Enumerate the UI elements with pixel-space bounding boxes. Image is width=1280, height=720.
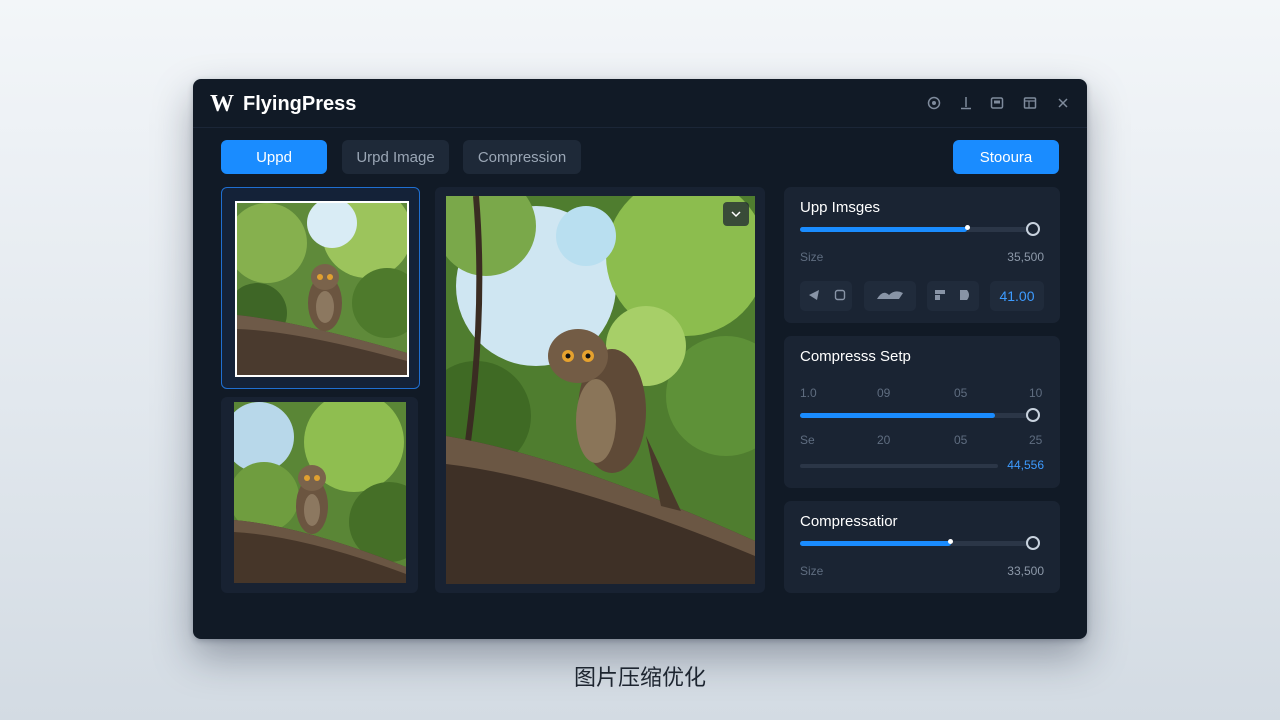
- owl-preview-image: [446, 196, 755, 584]
- size-value: 35,500: [1007, 250, 1044, 264]
- slider-handle[interactable]: [1026, 536, 1040, 550]
- scale-tick: 09: [877, 386, 891, 400]
- compress-slider[interactable]: [800, 408, 1040, 422]
- scale-tick: 05: [954, 433, 968, 447]
- scale-tick: 05: [954, 386, 968, 400]
- size-value: 33,500: [1007, 564, 1044, 578]
- size-label: Size: [800, 250, 824, 264]
- preview-card: [435, 187, 765, 593]
- tool-group-2[interactable]: [864, 281, 916, 311]
- app-window: W FlyingPress Uppd Urpd Image Compressio…: [193, 79, 1087, 639]
- upload-slider[interactable]: [800, 222, 1040, 236]
- slider-fill: [800, 227, 968, 232]
- owl-thumbnail-image: [235, 201, 409, 377]
- thumbnail-card[interactable]: [221, 397, 418, 593]
- slider-marker: [948, 539, 953, 544]
- thumbnail-card-selected[interactable]: [221, 187, 420, 389]
- compressation-panel: Compressatior Size 33,500: [784, 501, 1060, 593]
- compress-setup-panel: Compresss Setp 1.0 09 05 10 Se 20 05 25 …: [784, 336, 1060, 488]
- page-caption: 图片压缩优化: [573, 666, 706, 691]
- slider-handle[interactable]: [1026, 222, 1040, 236]
- scale-tick: 1.0: [800, 386, 817, 400]
- panel-title: Compresss Setp: [800, 348, 911, 365]
- tab-upload-image[interactable]: Urpd Image: [342, 140, 449, 174]
- download-icon[interactable]: [956, 93, 976, 113]
- slider-handle[interactable]: [1026, 408, 1040, 422]
- layers-icon[interactable]: [934, 289, 946, 304]
- scale-tick: Se: [800, 433, 815, 447]
- upload-images-panel: Upp Imsges Size 35,500 41.00: [784, 187, 1060, 323]
- brush-icon[interactable]: [875, 289, 905, 304]
- tab-compression[interactable]: Compression: [463, 140, 581, 174]
- scale-tick: 25: [1029, 433, 1043, 447]
- size-label: Size: [800, 564, 824, 578]
- maximize-icon[interactable]: [1020, 93, 1040, 113]
- restore-icon[interactable]: [987, 93, 1007, 113]
- secondary-level-bar: [800, 464, 998, 468]
- quality-value[interactable]: 41.00: [990, 281, 1044, 311]
- slider-fill: [800, 413, 995, 418]
- panel-title: Upp Imsges: [800, 199, 881, 216]
- settings-icon[interactable]: [924, 93, 944, 113]
- tool-group-1[interactable]: [800, 281, 852, 311]
- slider-marker: [965, 225, 970, 230]
- owl-thumbnail-image: [234, 402, 406, 583]
- shape-icon[interactable]: [959, 289, 972, 304]
- app-title: FlyingPress: [243, 93, 357, 115]
- scale-tick: 10: [1029, 386, 1043, 400]
- tool-group-3[interactable]: [927, 281, 979, 311]
- close-icon[interactable]: [1053, 93, 1073, 113]
- compress-readout: 44,556: [1007, 458, 1044, 472]
- slider-fill: [800, 541, 951, 546]
- panel-title: Compressatior: [800, 513, 898, 530]
- compressation-slider[interactable]: [800, 536, 1040, 550]
- tab-upload[interactable]: Uppd: [221, 140, 327, 174]
- title-bar: W FlyingPress: [193, 79, 1087, 128]
- collapse-icon[interactable]: [723, 202, 749, 226]
- primary-action-button[interactable]: Stooura: [953, 140, 1059, 174]
- app-logo: W: [210, 91, 234, 117]
- scale-tick: 20: [877, 433, 891, 447]
- crop-icon[interactable]: [834, 289, 846, 304]
- flag-icon[interactable]: [807, 288, 821, 305]
